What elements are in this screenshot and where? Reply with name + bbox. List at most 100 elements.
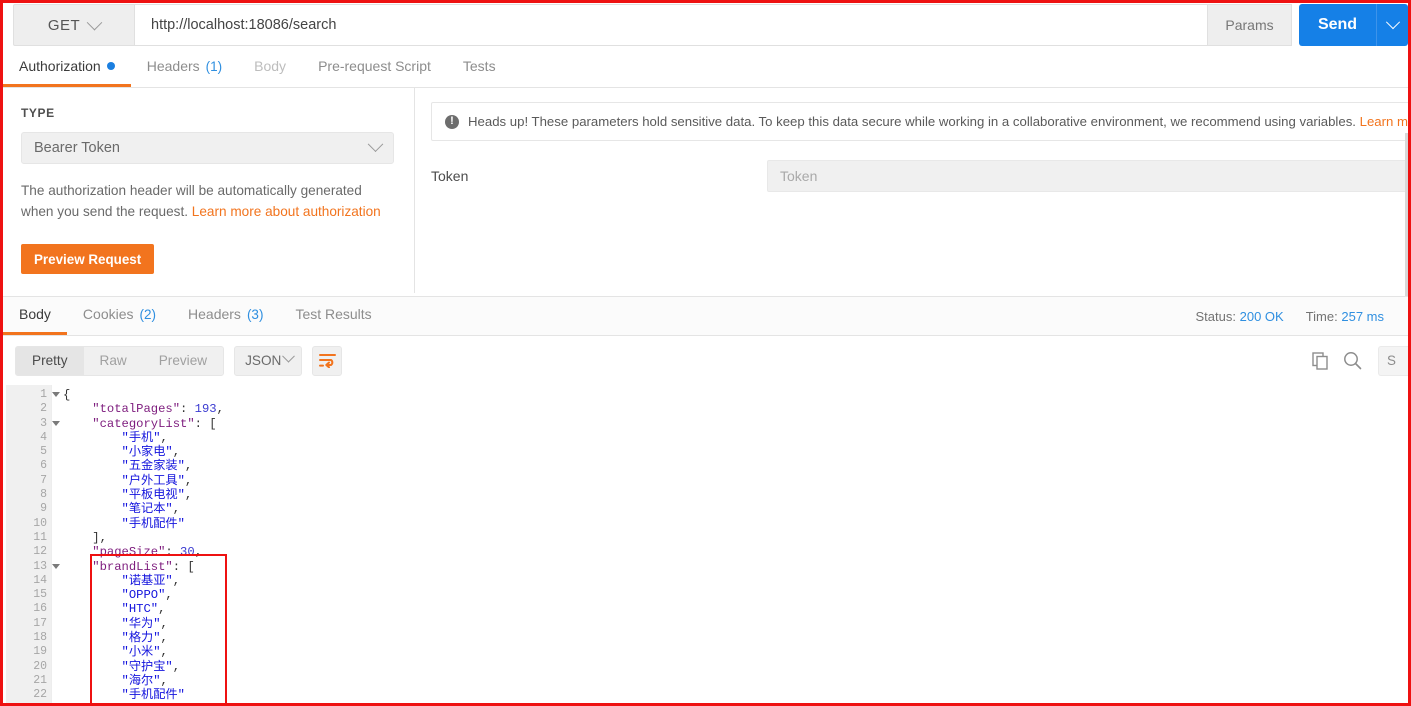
response-format-select[interactable]: JSON xyxy=(234,345,303,376)
code-token: , xyxy=(158,602,166,617)
word-wrap-button[interactable] xyxy=(312,345,343,376)
code-token: "pageSize" xyxy=(92,545,166,560)
send-options-button[interactable] xyxy=(1376,4,1408,46)
tab-body[interactable]: Body xyxy=(238,48,302,87)
response-format-value: JSON xyxy=(245,353,282,368)
code-token: , xyxy=(184,488,193,503)
time-label: Time: xyxy=(1305,309,1338,324)
code-line: "华为", xyxy=(63,617,1408,631)
code-line: "totalPages": 193, xyxy=(63,402,1408,416)
code-line: "手机", xyxy=(63,431,1408,445)
tab-authorization-label: Authorization xyxy=(19,58,101,74)
view-pretty-button[interactable]: Pretty xyxy=(16,346,84,375)
line-number: 2 xyxy=(40,402,47,416)
line-number: 15 xyxy=(33,588,47,602)
line-number: 5 xyxy=(40,445,47,459)
response-tab-bar: Body Cookies (2) Headers (3) Test Result… xyxy=(3,296,1408,336)
auth-type-column: TYPE Bearer Token The authorization head… xyxy=(3,88,415,293)
response-toolbar-actions: S xyxy=(1312,345,1408,376)
code-line: "户外工具", xyxy=(63,473,1408,488)
tab-tests[interactable]: Tests xyxy=(447,48,512,87)
line-number: 23 xyxy=(6,703,51,704)
response-tab-test-results[interactable]: Test Results xyxy=(279,296,387,335)
tab-pre-request-script-label: Pre-request Script xyxy=(318,58,431,74)
view-raw-button[interactable]: Raw xyxy=(84,347,143,375)
code-line: "笔记本", xyxy=(63,502,1408,517)
code-token: "五金家装" xyxy=(121,459,185,474)
code-token: , xyxy=(184,473,193,488)
response-tab-headers[interactable]: Headers (3) xyxy=(172,296,279,335)
tab-pre-request-script[interactable]: Pre-request Script xyxy=(302,48,447,87)
exclamation-circle-icon: ! xyxy=(445,114,459,129)
line-number: 11 xyxy=(33,530,47,544)
line-number: 17 xyxy=(33,616,47,630)
line-number-gutter: 1234567891011121314151617181920212223 xyxy=(6,385,60,704)
response-meta: Status: 200 OK Time: 257 ms xyxy=(1196,309,1384,324)
preview-request-button[interactable]: Preview Request xyxy=(21,244,155,275)
code-token: "OPPO" xyxy=(121,588,166,603)
request-bar: GET http://localhost:18086/search Params… xyxy=(3,3,1408,48)
params-button[interactable]: Params xyxy=(1208,4,1292,46)
code-token: , xyxy=(165,588,173,603)
code-line: "categoryList": [ xyxy=(63,417,1408,431)
line-number: 14 xyxy=(33,573,47,587)
auth-learn-more-link[interactable]: Learn more about authorization xyxy=(192,204,381,219)
code-token: "笔记本" xyxy=(121,502,173,517)
warning-learn-more-link[interactable]: Learn more about xyxy=(1360,114,1408,129)
tab-body-label: Body xyxy=(254,58,287,74)
code-line: ], xyxy=(63,531,1408,545)
line-number: 22 xyxy=(33,688,47,702)
token-label: Token xyxy=(431,168,469,184)
code-token: "格力" xyxy=(121,631,161,646)
code-token: , xyxy=(160,631,168,646)
response-tab-cookies[interactable]: Cookies (2) xyxy=(67,296,172,335)
url-input[interactable]: http://localhost:18086/search xyxy=(135,4,1208,46)
line-number: 7 xyxy=(40,473,47,487)
code-token: "小米" xyxy=(121,645,161,660)
response-tab-body[interactable]: Body xyxy=(3,296,67,335)
send-button[interactable]: Send xyxy=(1299,4,1376,46)
code-token: "HTC" xyxy=(121,602,159,617)
code-token: 30 xyxy=(180,545,195,560)
line-number: 3 xyxy=(6,417,60,431)
tab-headers[interactable]: Headers (1) xyxy=(131,48,238,87)
code-token: "平板电视" xyxy=(121,488,185,503)
modified-dot-icon xyxy=(106,62,115,70)
sensitive-data-warning: ! Heads up! These parameters hold sensit… xyxy=(431,102,1408,141)
response-body-editor[interactable]: 1234567891011121314151617181920212223 { … xyxy=(6,385,1408,704)
word-wrap-icon xyxy=(318,354,336,368)
line-number: 8 xyxy=(40,488,47,502)
status-group: Status: 200 OK xyxy=(1196,309,1284,324)
token-input[interactable]: Token xyxy=(767,160,1408,192)
chevron-down-icon xyxy=(1385,15,1400,30)
save-response-button[interactable]: S xyxy=(1378,345,1408,376)
code-line: "OPPO", xyxy=(63,588,1408,603)
code-token: { xyxy=(63,388,71,402)
code-token: , xyxy=(160,673,168,688)
copy-button[interactable] xyxy=(1312,351,1329,370)
code-token: , xyxy=(172,573,181,588)
line-number: 4 xyxy=(40,430,47,444)
json-code-content[interactable]: { "totalPages": 193, "categoryList": [ "… xyxy=(52,385,1408,704)
tab-authorization[interactable]: Authorization xyxy=(3,48,131,87)
code-line: ], xyxy=(63,703,1408,704)
search-button[interactable] xyxy=(1343,351,1362,370)
code-token: , xyxy=(172,445,181,460)
time-group: Time: 257 ms xyxy=(1306,309,1384,324)
time-value: 257 ms xyxy=(1341,309,1384,324)
code-token: , xyxy=(172,659,181,674)
line-number: 12 xyxy=(33,545,47,559)
code-line: "HTC", xyxy=(63,602,1408,617)
code-line: "平板电视", xyxy=(63,488,1408,503)
code-token: "手机配件" xyxy=(121,688,185,703)
code-line: "海尔", xyxy=(63,673,1408,688)
code-line: "守护宝", xyxy=(63,659,1408,674)
auth-type-select[interactable]: Bearer Token xyxy=(21,132,394,164)
response-tab-headers-count: (3) xyxy=(246,306,264,322)
code-line: "五金家装", xyxy=(63,459,1408,474)
line-number: 13 xyxy=(6,560,60,574)
view-preview-button[interactable]: Preview xyxy=(143,347,223,375)
type-label: TYPE xyxy=(21,106,55,120)
code-token: "小家电" xyxy=(121,445,173,460)
http-method-select[interactable]: GET xyxy=(13,4,135,46)
